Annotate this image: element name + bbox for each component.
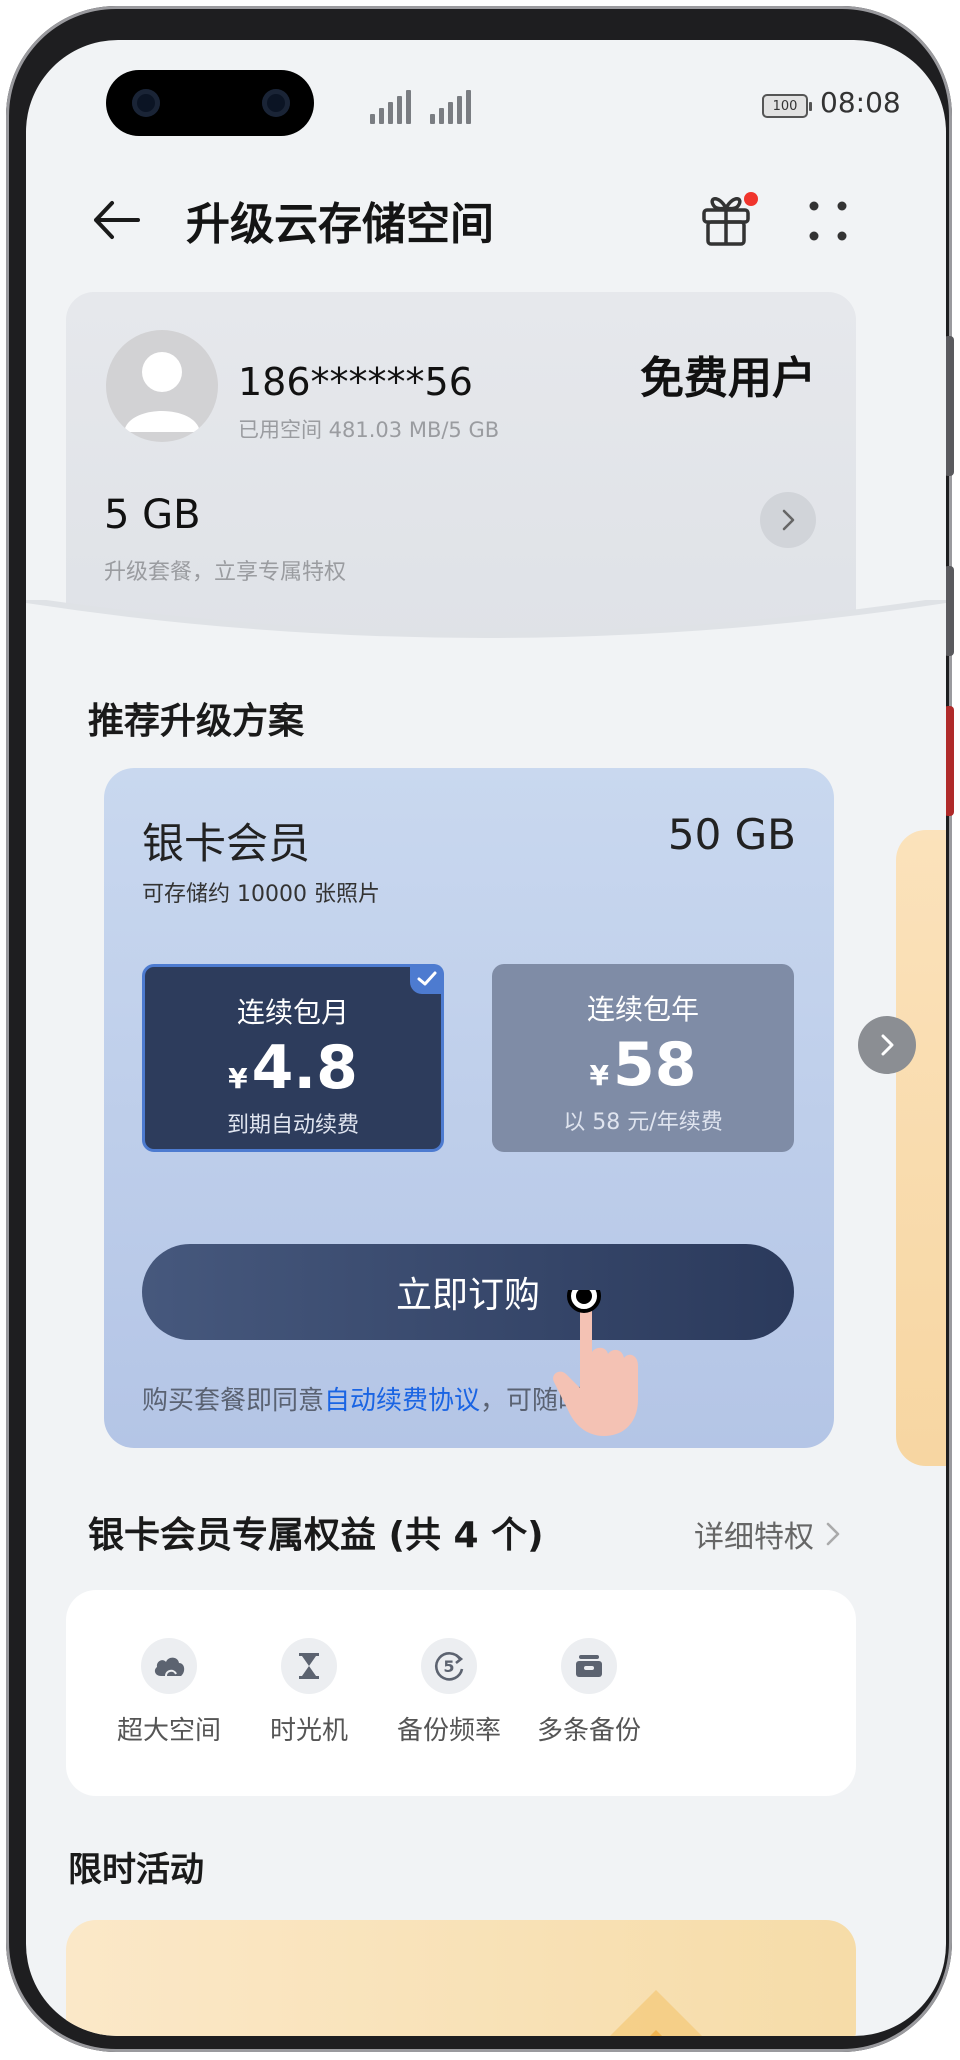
quota-value: 5 GB bbox=[104, 492, 201, 538]
currency-symbol: ¥ bbox=[589, 1059, 609, 1092]
front-camera-icon bbox=[132, 89, 160, 117]
option-price: ¥58 bbox=[492, 1030, 794, 1100]
page-title: 升级云存储空间 bbox=[186, 199, 494, 250]
benefit-label: 超大空间 bbox=[116, 1716, 221, 1746]
monthly-option[interactable]: 连续包月 ¥4.8 到期自动续费 bbox=[142, 964, 444, 1152]
option-note: 到期自动续费 bbox=[226, 1113, 359, 1138]
backup-frequency-icon: 5 bbox=[421, 1638, 477, 1694]
price-value: 58 bbox=[612, 1030, 697, 1100]
option-price: ¥4.8 bbox=[145, 1033, 441, 1103]
multi-backup-icon bbox=[561, 1638, 617, 1694]
recommend-section-title: 推荐升级方案 bbox=[88, 701, 305, 742]
detailed-privileges-label: 详细特权 bbox=[694, 1520, 814, 1555]
benefit-item[interactable]: 超大空间 bbox=[104, 1638, 234, 1747]
benefit-label: 时光机 bbox=[269, 1716, 348, 1746]
cloud-icon bbox=[141, 1638, 197, 1694]
screen: 100 08:08 升级云存储空间 186******56 已用空间 481.0… bbox=[26, 40, 946, 2036]
user-type-label: 免费用户 bbox=[640, 353, 816, 404]
card-curve-divider bbox=[26, 600, 946, 690]
detailed-privileges-link[interactable]: 详细特权 bbox=[694, 1512, 842, 1556]
checkmark-icon bbox=[417, 971, 437, 986]
promo-decoration-icon bbox=[610, 1990, 702, 2036]
auto-renew-agreement-link[interactable]: 自动续费协议 bbox=[324, 1386, 480, 1416]
signal-icon bbox=[370, 90, 411, 124]
option-label: 连续包年 bbox=[586, 993, 699, 1026]
benefits-card: 超大空间 时光机 5 备份频率 多条备份 bbox=[66, 1590, 856, 1796]
notification-dot bbox=[744, 192, 758, 206]
front-sensor-icon bbox=[262, 89, 290, 117]
used-space-text: 已用空间 481.03 MB/5 GB bbox=[238, 418, 500, 442]
plan-description: 可存储约 10000 张照片 bbox=[142, 882, 380, 907]
quota-hint: 升级套餐，立享专属特权 bbox=[104, 560, 347, 585]
benefit-label: 备份频率 bbox=[396, 1716, 501, 1746]
benefit-item[interactable]: 多条备份 bbox=[524, 1638, 654, 1747]
hourglass-icon bbox=[281, 1638, 337, 1694]
user-avatar-icon bbox=[124, 352, 200, 432]
currency-symbol: ¥ bbox=[228, 1062, 248, 1095]
next-plan-card-peek[interactable] bbox=[896, 830, 946, 1466]
avatar[interactable] bbox=[106, 330, 218, 442]
yearly-option[interactable]: 连续包年 ¥58 以 58 元/年续费 bbox=[492, 964, 794, 1152]
account-phone: 186******56 bbox=[238, 360, 473, 404]
chevron-right-icon bbox=[782, 509, 795, 531]
selected-check bbox=[410, 964, 444, 994]
chevron-right-icon bbox=[881, 1034, 894, 1056]
camera-cutout bbox=[106, 70, 314, 136]
benefit-label: 多条备份 bbox=[536, 1716, 641, 1746]
benefit-item[interactable]: 5 备份频率 bbox=[384, 1638, 514, 1747]
benefits-title: 银卡会员专属权益 (共 4 个) bbox=[88, 1515, 544, 1556]
battery-icon: 100 bbox=[762, 94, 812, 118]
more-button[interactable] bbox=[798, 196, 858, 246]
option-label: 连续包月 bbox=[236, 996, 349, 1029]
svg-text:5: 5 bbox=[443, 1657, 454, 1676]
phone-frame: 100 08:08 升级云存储空间 186******56 已用空间 481.0… bbox=[6, 6, 954, 2052]
plan-size: 50 GB bbox=[667, 810, 796, 859]
quota-detail-button[interactable] bbox=[760, 492, 816, 548]
tap-hand-icon bbox=[553, 1290, 638, 1436]
status-time: 08:08 bbox=[820, 86, 901, 119]
carousel-next-button[interactable] bbox=[858, 1016, 916, 1074]
signal-icon-2 bbox=[430, 90, 471, 124]
agreement-prefix: 购买套餐即同意 bbox=[142, 1386, 325, 1416]
price-value: 4.8 bbox=[251, 1033, 358, 1103]
back-button[interactable] bbox=[86, 190, 146, 250]
more-dots-icon bbox=[809, 201, 847, 241]
promo-card[interactable] bbox=[66, 1920, 856, 2036]
option-note: 以 58 元/年续费 bbox=[563, 1110, 723, 1135]
back-arrow-icon bbox=[94, 201, 140, 239]
account-card: 186******56 已用空间 481.03 MB/5 GB 免费用户 5 G… bbox=[66, 292, 856, 642]
plan-name: 银卡会员 bbox=[142, 819, 311, 868]
chevron-right-icon bbox=[826, 1522, 840, 1546]
plan-card: 银卡会员 50 GB 可存储约 10000 张照片 连续包月 ¥4.8 到期自动… bbox=[104, 768, 834, 1448]
benefit-item[interactable]: 时光机 bbox=[244, 1638, 374, 1747]
promo-section-title: 限时活动 bbox=[68, 1850, 204, 1890]
subscribe-button[interactable]: 立即订购 bbox=[142, 1244, 794, 1340]
